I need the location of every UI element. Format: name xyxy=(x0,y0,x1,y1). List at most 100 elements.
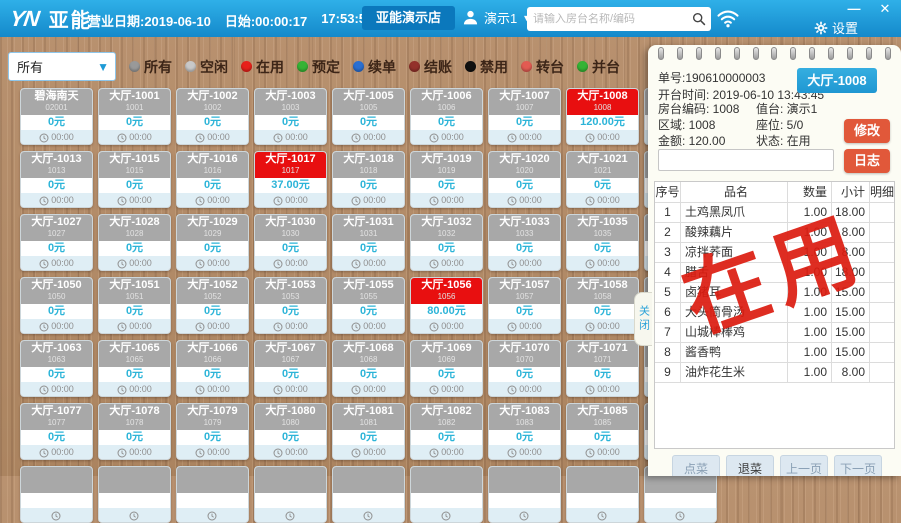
status-filter-option[interactable]: 空闲 xyxy=(185,57,228,77)
status-filter-option[interactable]: 所有 xyxy=(129,57,172,77)
table-card-header: 大厅-1006 1006 xyxy=(411,89,482,115)
table-card[interactable]: 大厅-1002 1002 0元 00:00 xyxy=(176,88,249,145)
table-card[interactable] xyxy=(254,466,327,523)
table-card[interactable] xyxy=(20,466,93,523)
status-filter-option[interactable]: 续单 xyxy=(353,57,396,77)
table-card[interactable]: 大厅-1008 1008 120.00元 00:00 xyxy=(566,88,639,145)
table-card[interactable]: 大厅-1052 1052 0元 00:00 xyxy=(176,277,249,334)
item-row[interactable]: 6 大头筒骨汤 1.00 15.00 xyxy=(655,303,894,323)
table-card[interactable]: 大厅-1055 1055 0元 00:00 xyxy=(332,277,405,334)
item-row[interactable]: 4 腊舌 1.00 18.00 xyxy=(655,263,894,283)
table-card[interactable]: 大厅-1021 1021 0元 00:00 xyxy=(566,151,639,208)
table-card[interactable]: 大厅-1018 1018 0元 00:00 xyxy=(332,151,405,208)
table-card[interactable]: 大厅-1056 1056 80.00元 00:00 xyxy=(410,277,483,334)
item-row[interactable]: 5 卤猪耳 1.00 15.00 xyxy=(655,283,894,303)
binding-ring xyxy=(714,47,721,60)
search-input[interactable] xyxy=(527,13,692,25)
table-card[interactable]: 大厅-1017 1017 37.00元 00:00 xyxy=(254,151,327,208)
panel-footer-button[interactable]: 下一页 xyxy=(834,455,882,476)
table-card-header: 大厅-1085 1085 xyxy=(567,404,638,430)
table-card[interactable]: 大厅-1083 1083 0元 00:00 xyxy=(488,403,561,460)
table-card[interactable]: 大厅-1016 1016 0元 00:00 xyxy=(176,151,249,208)
settings-button[interactable]: 设置 xyxy=(814,18,858,37)
table-card[interactable]: 大厅-1013 1013 0元 00:00 xyxy=(20,151,93,208)
status-filter-option[interactable]: 在用 xyxy=(241,57,284,77)
table-card[interactable]: 大厅-1028 1028 0元 00:00 xyxy=(98,214,171,271)
table-card[interactable]: 大厅-1071 1071 0元 00:00 xyxy=(566,340,639,397)
table-card[interactable]: 碧海南天 02001 0元 00:00 xyxy=(20,88,93,145)
table-card[interactable]: 大厅-1068 1068 0元 00:00 xyxy=(332,340,405,397)
table-card[interactable]: 大厅-1081 1081 0元 00:00 xyxy=(332,403,405,460)
item-row[interactable]: 3 凉拌荞面 1.00 8.00 xyxy=(655,243,894,263)
table-card[interactable]: 大厅-1080 1080 0元 00:00 xyxy=(254,403,327,460)
table-card[interactable] xyxy=(410,466,483,523)
table-card[interactable] xyxy=(98,466,171,523)
area-dropdown[interactable]: 所有 ▼ xyxy=(8,52,116,81)
modify-button[interactable]: 修改 xyxy=(844,119,890,143)
minimize-button[interactable]: — xyxy=(845,1,863,16)
table-card[interactable]: 大厅-1015 1015 0元 00:00 xyxy=(98,151,171,208)
table-card[interactable]: 大厅-1033 1033 0元 00:00 xyxy=(488,214,561,271)
table-card[interactable]: 大厅-1069 1069 0元 00:00 xyxy=(410,340,483,397)
table-card[interactable]: 大厅-1020 1020 0元 00:00 xyxy=(488,151,561,208)
table-card[interactable]: 大厅-1029 1029 0元 00:00 xyxy=(176,214,249,271)
table-card[interactable]: 大厅-1065 1065 0元 00:00 xyxy=(98,340,171,397)
search-icon[interactable] xyxy=(692,12,706,26)
table-card[interactable] xyxy=(332,466,405,523)
user-menu[interactable]: 演示1 ▼ xyxy=(462,8,531,27)
table-card-code: 1082 xyxy=(437,418,456,427)
table-card[interactable]: 大厅-1077 1077 0元 00:00 xyxy=(20,403,93,460)
item-row[interactable]: 9 油炸花生米 1.00 8.00 xyxy=(655,363,894,383)
table-card[interactable]: 大厅-1001 1001 0元 00:00 xyxy=(98,88,171,145)
status-filter-option[interactable]: 并台 xyxy=(577,57,620,77)
table-card[interactable] xyxy=(176,466,249,523)
close-button[interactable]: ✕ xyxy=(876,1,894,17)
table-card[interactable]: 大厅-1019 1019 0元 00:00 xyxy=(410,151,483,208)
log-button[interactable]: 日志 xyxy=(844,149,890,173)
store-badge[interactable]: 亚能演示店 xyxy=(362,6,456,30)
panel-footer-button[interactable]: 退菜 xyxy=(726,455,774,476)
table-card[interactable]: 大厅-1050 1050 0元 00:00 xyxy=(20,277,93,334)
status-filter-option[interactable]: 转台 xyxy=(521,57,564,77)
table-card[interactable]: 大厅-1032 1032 0元 00:00 xyxy=(410,214,483,271)
table-card[interactable]: 大厅-1031 1031 0元 00:00 xyxy=(332,214,405,271)
table-card[interactable]: 大厅-1070 1070 0元 00:00 xyxy=(488,340,561,397)
table-card-name: 大厅-1051 xyxy=(109,279,160,291)
table-card-amount: 0元 xyxy=(255,304,326,319)
table-card[interactable]: 大厅-1085 1085 0元 00:00 xyxy=(566,403,639,460)
item-detail xyxy=(870,343,894,362)
table-card[interactable] xyxy=(566,466,639,523)
panel-footer-button[interactable]: 点菜 xyxy=(672,455,720,476)
table-card[interactable]: 大厅-1007 1007 0元 00:00 xyxy=(488,88,561,145)
table-card[interactable]: 大厅-1067 1067 0元 00:00 xyxy=(254,340,327,397)
table-card[interactable]: 大厅-1005 1005 0元 00:00 xyxy=(332,88,405,145)
status-filter-option[interactable]: 结账 xyxy=(409,57,452,77)
table-card[interactable]: 大厅-1027 1027 0元 00:00 xyxy=(20,214,93,271)
table-card[interactable]: 大厅-1079 1079 0元 00:00 xyxy=(176,403,249,460)
table-card[interactable]: 大厅-1082 1082 0元 00:00 xyxy=(410,403,483,460)
item-no: 6 xyxy=(655,303,681,322)
table-card[interactable] xyxy=(488,466,561,523)
panel-close-tab[interactable]: 关闭 xyxy=(634,292,652,346)
table-card[interactable]: 大厅-1058 1058 0元 00:00 xyxy=(566,277,639,334)
table-card[interactable]: 大厅-1057 1057 0元 00:00 xyxy=(488,277,561,334)
table-card[interactable]: 大厅-1030 1030 0元 00:00 xyxy=(254,214,327,271)
table-card[interactable]: 大厅-1006 1006 0元 00:00 xyxy=(410,88,483,145)
item-row[interactable]: 2 酸辣藕片 1.00 8.00 xyxy=(655,223,894,243)
panel-footer-button[interactable]: 上一页 xyxy=(780,455,828,476)
table-card[interactable]: 大厅-1053 1053 0元 00:00 xyxy=(254,277,327,334)
note-input[interactable] xyxy=(658,149,834,171)
table-card[interactable]: 大厅-1003 1003 0元 00:00 xyxy=(254,88,327,145)
table-card[interactable]: 大厅-1066 1066 0元 00:00 xyxy=(176,340,249,397)
table-card[interactable]: 大厅-1078 1078 0元 00:00 xyxy=(98,403,171,460)
table-card[interactable]: 大厅-1063 1063 0元 00:00 xyxy=(20,340,93,397)
item-row[interactable]: 8 酱香鸭 1.00 15.00 xyxy=(655,343,894,363)
table-name-button[interactable]: 大厅-1008 xyxy=(797,68,877,93)
item-row[interactable]: 7 山城棒棒鸡 1.00 15.00 xyxy=(655,323,894,343)
status-filter-option[interactable]: 预定 xyxy=(297,57,340,77)
table-card[interactable]: 大厅-1035 1035 0元 00:00 xyxy=(566,214,639,271)
table-card-time: 00:00 xyxy=(567,445,638,459)
item-row[interactable]: 1 土鸡黑凤爪 1.00 18.00 xyxy=(655,203,894,223)
status-filter-option[interactable]: 禁用 xyxy=(465,57,508,77)
table-card[interactable]: 大厅-1051 1051 0元 00:00 xyxy=(98,277,171,334)
